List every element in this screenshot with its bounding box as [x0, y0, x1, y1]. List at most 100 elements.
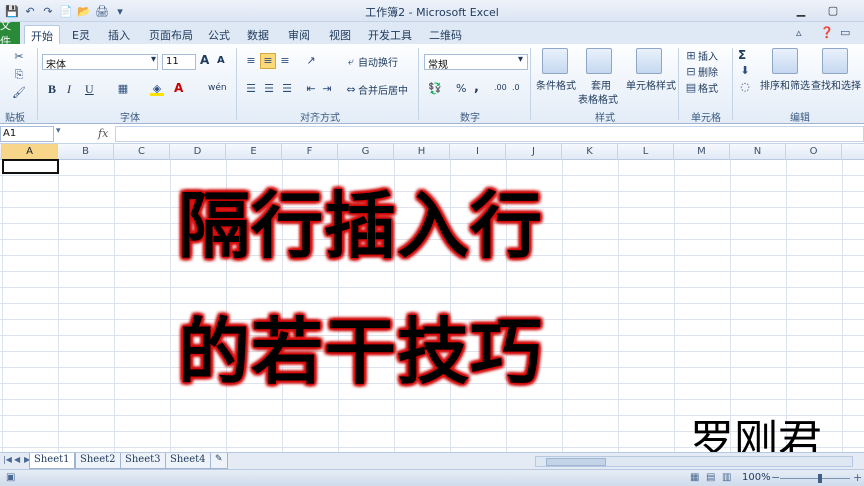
scrollbar-thumb[interactable]: [546, 458, 606, 466]
chevron-down-icon[interactable]: ▾: [151, 54, 156, 65]
page-layout-view-icon[interactable]: ▤: [706, 472, 715, 483]
column-header-g[interactable]: G: [338, 144, 394, 160]
zoom-level[interactable]: 100%: [742, 472, 771, 483]
tab-qrcode[interactable]: 二维码: [423, 25, 468, 44]
zoom-slider[interactable]: [780, 478, 850, 479]
shrink-font-button[interactable]: A: [217, 55, 225, 66]
sheet-tab-3[interactable]: Sheet3: [120, 453, 166, 469]
merge-center-button[interactable]: ⇔ 合并后居中: [344, 82, 408, 98]
cell-styles-button[interactable]: 单元格样式: [626, 77, 676, 92]
insert-function-button[interactable]: fx: [98, 127, 108, 140]
delete-cells-button[interactable]: ⊟ 删除: [684, 64, 718, 80]
sheet-tab-1[interactable]: Sheet1: [29, 453, 75, 469]
tab-file[interactable]: 文件: [0, 19, 20, 48]
table-format-label-1[interactable]: 套用: [591, 77, 611, 92]
fill-down-icon[interactable]: ⬇: [738, 64, 752, 78]
table-format-icon[interactable]: [586, 48, 612, 74]
tab-formulas[interactable]: 公式: [202, 25, 236, 44]
tab-data[interactable]: 数据: [241, 25, 275, 44]
tab-insert[interactable]: 插入: [102, 25, 136, 44]
align-left-icon[interactable]: ☰: [244, 82, 258, 96]
accounting-format-icon[interactable]: 💱: [428, 82, 442, 96]
chevron-down-icon[interactable]: ▾: [518, 54, 523, 65]
macro-record-icon[interactable]: ▣: [6, 472, 15, 483]
column-header-e[interactable]: E: [226, 144, 282, 160]
conditional-format-button[interactable]: 条件格式: [536, 77, 576, 92]
font-color-icon[interactable]: A: [174, 81, 183, 95]
orientation-icon[interactable]: ↗: [304, 54, 318, 68]
column-header-b[interactable]: B: [58, 144, 114, 160]
comma-button[interactable]: ,: [474, 80, 479, 95]
tab-view[interactable]: 视图: [323, 25, 357, 44]
first-sheet-icon[interactable]: |◀: [3, 455, 12, 464]
insert-sheet-icon[interactable]: ✎: [210, 453, 228, 469]
chevron-down-icon[interactable]: ▾: [56, 126, 61, 136]
sheet-tab-2[interactable]: Sheet2: [75, 453, 121, 469]
tab-eling[interactable]: E灵: [66, 25, 96, 44]
column-header-c[interactable]: C: [114, 144, 170, 160]
tab-page-layout[interactable]: 页面布局: [143, 25, 199, 44]
page-break-view-icon[interactable]: ▥: [722, 472, 731, 483]
minimize-button[interactable]: ▁: [788, 2, 814, 18]
prev-sheet-icon[interactable]: ◀: [14, 455, 20, 464]
copy-icon[interactable]: ⎘: [12, 68, 26, 82]
align-center-icon[interactable]: ☰: [262, 82, 276, 96]
column-header-f[interactable]: F: [282, 144, 338, 160]
column-header-l[interactable]: L: [618, 144, 674, 160]
workbook-minimize-icon[interactable]: ▭: [840, 26, 850, 39]
ribbon-collapse-icon[interactable]: ▵: [796, 26, 802, 39]
format-painter-icon[interactable]: 🖌: [12, 86, 26, 100]
horizontal-scrollbar[interactable]: [535, 456, 853, 467]
sort-filter-button[interactable]: 排序和筛选: [760, 77, 810, 92]
cell-styles-icon[interactable]: [636, 48, 662, 74]
column-header-d[interactable]: D: [170, 144, 226, 160]
cut-icon[interactable]: ✂: [12, 50, 26, 64]
tab-developer[interactable]: 开发工具: [362, 25, 418, 44]
name-box[interactable]: A1: [0, 126, 54, 142]
column-header-n[interactable]: N: [730, 144, 786, 160]
zoom-out-icon[interactable]: −: [771, 471, 780, 484]
phonetic-button[interactable]: wén: [208, 83, 227, 93]
active-cell[interactable]: [2, 159, 59, 174]
bold-button[interactable]: B: [48, 82, 56, 97]
grow-font-button[interactable]: A: [200, 53, 209, 67]
format-cells-button[interactable]: ▤ 格式: [684, 80, 718, 96]
autosum-button[interactable]: Σ: [738, 48, 746, 62]
column-header-m[interactable]: M: [674, 144, 730, 160]
maximize-button[interactable]: ▢: [820, 2, 846, 18]
clear-icon[interactable]: ◌: [738, 80, 752, 94]
column-header-i[interactable]: I: [450, 144, 506, 160]
normal-view-icon[interactable]: ▦: [690, 472, 699, 483]
align-middle-icon[interactable]: ≡: [260, 53, 276, 69]
sheet-tab-4[interactable]: Sheet4: [165, 453, 211, 469]
align-bottom-icon[interactable]: ≡: [278, 54, 292, 68]
find-select-icon[interactable]: [822, 48, 848, 74]
column-header-h[interactable]: H: [394, 144, 450, 160]
font-name-select[interactable]: 宋体: [42, 54, 158, 71]
formula-input[interactable]: [115, 126, 864, 142]
percent-button[interactable]: %: [456, 82, 466, 95]
column-header-o[interactable]: O: [786, 144, 842, 160]
table-format-label-2[interactable]: 表格格式: [578, 91, 618, 106]
decrease-indent-icon[interactable]: ⇤: [304, 82, 318, 96]
column-header-a[interactable]: A: [2, 144, 58, 160]
column-header-j[interactable]: J: [506, 144, 562, 160]
decrease-decimal-icon[interactable]: .0: [512, 83, 520, 92]
tab-home[interactable]: 开始: [24, 25, 60, 44]
wrap-text-button[interactable]: ⤶ 自动换行: [344, 54, 398, 70]
increase-indent-icon[interactable]: ⇥: [320, 82, 334, 96]
italic-button[interactable]: I: [67, 82, 71, 97]
tab-review[interactable]: 审阅: [282, 25, 316, 44]
find-select-button[interactable]: 查找和选择: [811, 77, 861, 92]
font-size-select[interactable]: 11: [162, 54, 196, 70]
align-top-icon[interactable]: ≡: [244, 54, 258, 68]
number-format-select[interactable]: 常规: [424, 54, 528, 71]
sort-filter-icon[interactable]: [772, 48, 798, 74]
zoom-in-icon[interactable]: +: [853, 471, 862, 484]
column-header-k[interactable]: K: [562, 144, 618, 160]
insert-cells-button[interactable]: ⊞ 插入: [684, 48, 718, 64]
help-icon[interactable]: ❓: [820, 26, 834, 39]
zoom-slider-thumb[interactable]: [818, 474, 822, 483]
fill-color-icon[interactable]: ◈: [150, 82, 164, 96]
increase-decimal-button[interactable]: .00: [494, 83, 507, 92]
